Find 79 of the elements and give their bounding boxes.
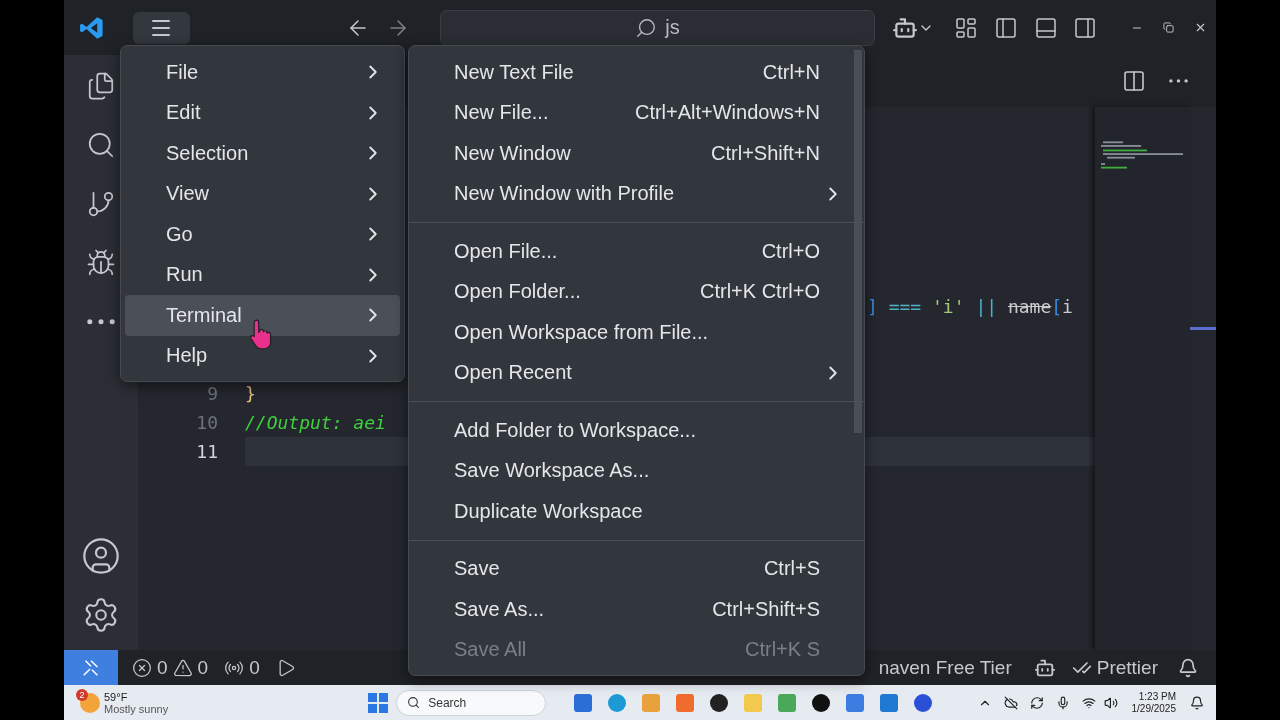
sync-icon[interactable] [1029, 695, 1044, 710]
menu-item[interactable]: Run [125, 254, 400, 295]
menu-item[interactable]: Selection [125, 133, 400, 174]
shortcut-text: Ctrl+O [761, 239, 820, 263]
search-icon [635, 16, 658, 39]
shortcut-text: Ctrl+N [762, 60, 820, 84]
account-button[interactable] [81, 539, 121, 573]
menu-button[interactable] [132, 11, 191, 44]
menu-item[interactable]: Save Ctrl+S [413, 548, 852, 589]
search-icon [86, 130, 116, 160]
panel-bottom-icon [1033, 15, 1058, 40]
menu-item[interactable]: New Window Ctrl+Shift+N [413, 133, 852, 174]
line-number: 11 [195, 441, 218, 462]
menu-item[interactable]: Save Workspace As... [413, 450, 852, 491]
line-number: 9 [206, 383, 218, 404]
cloud-off-icon[interactable] [1003, 695, 1018, 710]
line-number: 10 [195, 412, 218, 433]
menu-item[interactable]: New File... Ctrl+Alt+Windows+N [413, 92, 852, 133]
shortcut-text: Ctrl+Shift+S [712, 597, 820, 621]
bell-icon [1178, 657, 1198, 678]
error-icon [132, 657, 152, 678]
menu-item[interactable]: Open Workspace from File... [413, 312, 852, 353]
menu-item[interactable]: Open Folder... Ctrl+K Ctrl+O [413, 271, 852, 312]
code-line: } [245, 382, 256, 406]
more-icon [1168, 79, 1188, 83]
prettier-button[interactable]: Prettier [1063, 650, 1166, 685]
hand-cursor-icon [250, 318, 274, 350]
scrollbar-thumb[interactable] [854, 50, 862, 433]
menu-item[interactable]: Open File... Ctrl+O [413, 231, 852, 272]
menu-item[interactable]: Add Folder to Workspace... [413, 410, 852, 451]
menu-item[interactable]: Terminal [125, 295, 400, 336]
menu-item[interactable]: Save As... Ctrl+Shift+S [413, 589, 852, 630]
layout-icon [954, 15, 979, 40]
menu-item[interactable]: Go [125, 214, 400, 255]
menu-item[interactable]: Open Recent [413, 352, 852, 393]
clock-time[interactable]: 1:23 PM [1138, 690, 1176, 703]
restore-icon [1163, 22, 1174, 33]
start-icon[interactable] [368, 692, 389, 713]
shortcut-text: Ctrl+S [763, 557, 820, 581]
menu-item[interactable]: Duplicate Workspace [413, 491, 852, 532]
user-icon [81, 536, 121, 576]
shortcut-text: Ctrl+Alt+Windows+N [634, 101, 820, 125]
taskbar-search-field[interactable]: Search [396, 689, 547, 716]
weather-text: Mostly sunny [104, 702, 169, 715]
microphone-icon[interactable] [1055, 695, 1070, 710]
search-icon [407, 696, 421, 709]
shortcut-text: Ctrl+Shift+N [711, 141, 820, 165]
warning-icon [172, 657, 193, 678]
files-icon [86, 71, 116, 101]
taskbar-app-icon[interactable] [710, 693, 729, 712]
bell-icon[interactable] [1190, 695, 1204, 710]
code-line: //Output: aei [245, 411, 386, 435]
scrollbar-marker [1190, 327, 1216, 330]
panel-left-icon [994, 15, 1019, 40]
ports-button[interactable]: 0 [216, 650, 268, 685]
command-search-field[interactable]: js [439, 9, 876, 46]
temperature-text: 59°F [104, 690, 129, 703]
taskbar-app-icon[interactable] [812, 693, 831, 712]
menu-item[interactable]: New Window with Profile [413, 173, 852, 214]
app-logo-icon [79, 14, 105, 41]
menu-item[interactable]: View [125, 173, 400, 214]
code-line: ] === 'i' || name[i [867, 295, 1073, 319]
extension-status[interactable]: naven Free Tier [870, 650, 1020, 685]
menu-item[interactable]: File [125, 52, 400, 93]
shortcut-text: Ctrl+K S [744, 638, 820, 662]
split-icon [1122, 69, 1146, 93]
panel-right-icon [1073, 15, 1098, 40]
branch-icon [86, 189, 116, 219]
problems-button[interactable]: 0 0 [124, 650, 217, 685]
more-icon [87, 319, 115, 325]
clock-date[interactable]: 1/29/2025 [1131, 702, 1176, 715]
bug-icon [86, 248, 116, 278]
menu-item[interactable]: Edit [125, 92, 400, 133]
menu-item[interactable]: New Text File Ctrl+N [413, 52, 852, 93]
notification-badge: 2 [76, 688, 88, 701]
wifi-icon[interactable] [1081, 695, 1096, 710]
menu-item[interactable]: Help [125, 335, 400, 376]
shortcut-text: Ctrl+K Ctrl+O [699, 280, 820, 304]
volume-icon[interactable] [1103, 695, 1118, 710]
